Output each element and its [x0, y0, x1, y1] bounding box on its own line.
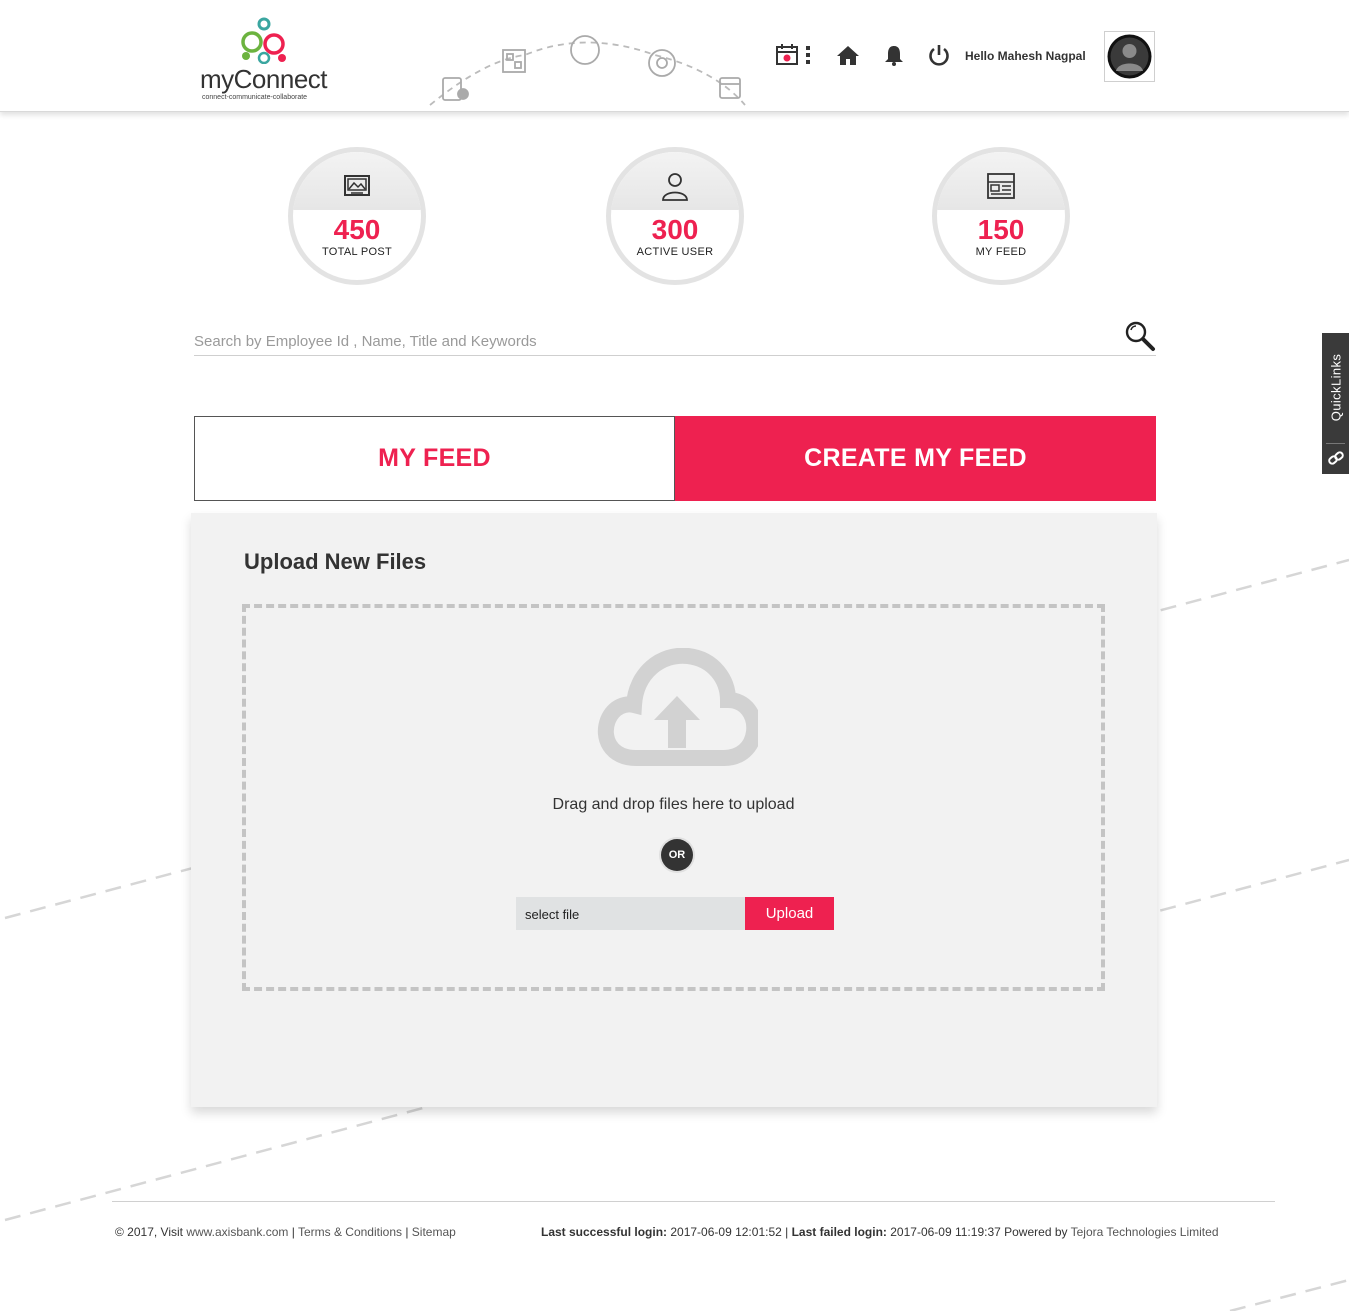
site-link[interactable]: www.axisbank.com	[186, 1225, 288, 1239]
user-greeting: Hello Mahesh Nagpal	[965, 49, 1086, 63]
stat-value: 150	[977, 214, 1025, 245]
upload-panel: Upload New Files Drag and drop files her…	[191, 513, 1157, 1107]
link-icon	[1328, 451, 1344, 465]
select-file-field[interactable]: select file	[516, 897, 745, 930]
stat-label: ACTIVE USER	[636, 246, 714, 258]
footer-right: Last successful login: 2017-06-09 12:01:…	[541, 1225, 1219, 1239]
cloud-upload-icon	[597, 648, 758, 766]
quicklinks-tab[interactable]: QuickLinks	[1322, 333, 1349, 474]
powered-by-link[interactable]: Tejora Technologies Limited	[1071, 1225, 1219, 1239]
terms-link[interactable]: Terms & Conditions	[298, 1225, 402, 1239]
logo-mark-icon	[241, 17, 286, 64]
image-icon	[344, 175, 370, 196]
avatar[interactable]	[1104, 31, 1155, 82]
stat-label: MY FEED	[975, 246, 1027, 258]
copyright-text: © 2017, Visit	[115, 1225, 187, 1239]
upload-button[interactable]: Upload	[745, 897, 834, 930]
or-badge: OR	[661, 839, 693, 871]
feed-icon	[987, 173, 1015, 199]
user-icon	[662, 173, 688, 201]
more-icon[interactable]	[800, 40, 816, 70]
drop-instructions: Drag and drop files here to upload	[552, 796, 795, 813]
footer-left: © 2017, Visit www.axisbank.com | Terms &…	[115, 1225, 456, 1239]
drop-zone[interactable]: Drag and drop files here to upload OR se…	[242, 604, 1105, 991]
calendar-icon[interactable]	[773, 40, 803, 70]
stat-value: 450	[333, 214, 381, 245]
sitemap-link[interactable]: Sitemap	[412, 1225, 456, 1239]
brand-tagline: connect-communicate-collaborate	[202, 94, 308, 101]
brand-name: myConnect	[200, 64, 328, 94]
last-failed-label: Last failed login:	[791, 1225, 887, 1239]
bell-icon[interactable]	[879, 40, 909, 70]
stat-label: TOTAL POST	[321, 246, 393, 258]
top-header: myConnect connect-communicate-collaborat…	[0, 0, 1349, 112]
stat-value: 300	[651, 214, 699, 245]
power-icon[interactable]	[924, 40, 954, 70]
footer-divider	[112, 1201, 1275, 1202]
last-failed-value: 2017-06-09 11:19:37 Powered by	[886, 1225, 1071, 1239]
last-success-label: Last successful login:	[541, 1225, 668, 1239]
upload-title: Upload New Files	[244, 549, 427, 574]
search-bar	[194, 320, 1156, 356]
journey-illustration	[429, 35, 746, 106]
quicklinks-label: QuickLinks	[1328, 353, 1344, 421]
tab-my-feed[interactable]: MY FEED	[194, 416, 675, 501]
tab-create-my-feed[interactable]: CREATE MY FEED	[675, 416, 1156, 501]
search-icon[interactable]	[1124, 320, 1156, 352]
last-success-value: 2017-06-09 12:01:52 |	[667, 1225, 792, 1239]
stat-active-user[interactable]: 300 ACTIVE USER	[606, 147, 744, 285]
search-input[interactable]	[194, 330, 1114, 352]
home-icon[interactable]	[833, 40, 863, 70]
stat-total-post[interactable]: 450 TOTAL POST	[288, 147, 426, 285]
stat-my-feed[interactable]: 150 MY FEED	[932, 147, 1070, 285]
brand-logo[interactable]: myConnect connect-communicate-collaborat…	[200, 16, 330, 106]
